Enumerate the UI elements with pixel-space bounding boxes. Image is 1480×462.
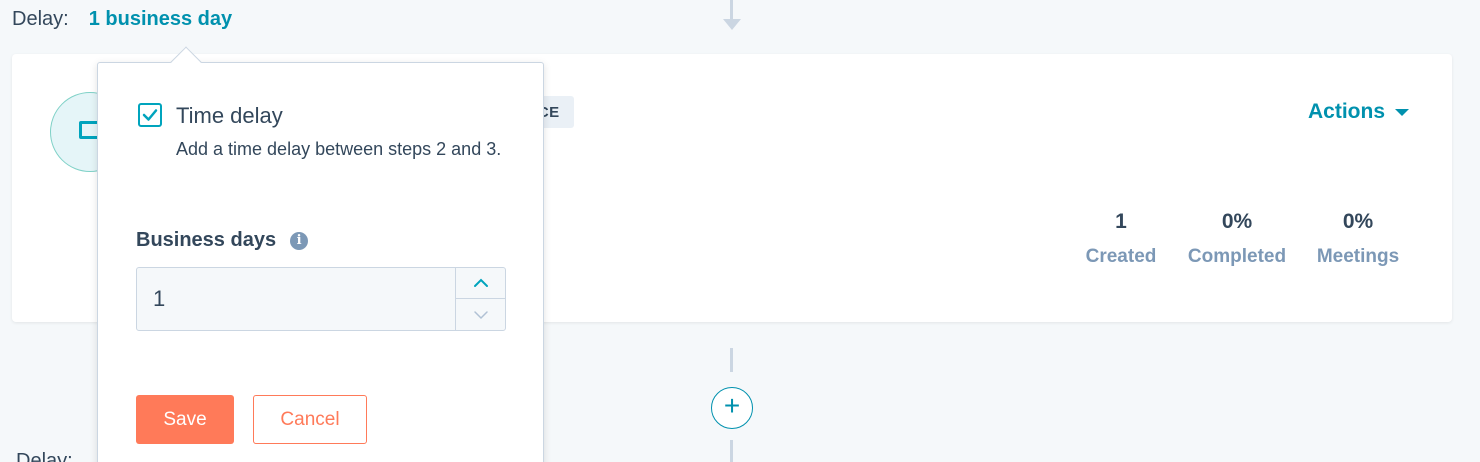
stat-meetings-value: 0% [1342,210,1374,233]
connector-line-bottom [730,440,733,462]
time-delay-popover: Time delay Add a time delay between step… [97,46,544,462]
business-days-label: Business days i [136,229,309,252]
stat-meetings: 0% Meetings [1312,210,1404,268]
save-button[interactable]: Save [136,395,234,444]
actions-dropdown[interactable]: Actions [1308,100,1410,124]
connector-line-top [730,0,733,20]
delay-row: Delay: 1 business day [12,8,232,31]
stat-created: 1 Created [1083,210,1159,268]
stat-completed: 0% Completed [1184,210,1290,268]
stat-completed-value: 0% [1221,210,1253,233]
caret-down-icon [1395,108,1410,116]
delay-value-link[interactable]: 1 business day [89,8,232,31]
chevron-down-icon [473,310,488,319]
stat-created-value: 1 [1115,210,1127,233]
delay-label: Delay: [12,8,69,30]
time-delay-description: Add a time delay between steps 2 and 3. [176,139,502,159]
add-step-button[interactable]: + [711,387,753,429]
chevron-up-icon [473,278,488,287]
arrow-down-icon [723,19,741,30]
increment-button[interactable] [456,268,505,299]
actions-label: Actions [1308,100,1386,123]
popover-arrow [170,46,202,78]
plus-icon: + [723,390,741,421]
checkmark-icon [142,109,158,121]
delay-label-next: Delay: [16,450,73,462]
time-delay-checkbox[interactable] [138,103,162,127]
stat-created-label: Created [1085,246,1157,267]
stat-completed-label: Completed [1187,246,1287,267]
connector-line-middle [730,348,733,372]
time-delay-title: Time delay [176,103,283,128]
cancel-button[interactable]: Cancel [253,395,367,444]
stat-meetings-label: Meetings [1316,246,1400,267]
info-icon[interactable]: i [290,231,309,250]
business-days-input[interactable] [153,286,433,312]
stepper-buttons [455,268,505,330]
decrement-button[interactable] [456,299,505,330]
business-days-label-text: Business days [136,229,277,251]
business-days-stepper [136,267,506,331]
